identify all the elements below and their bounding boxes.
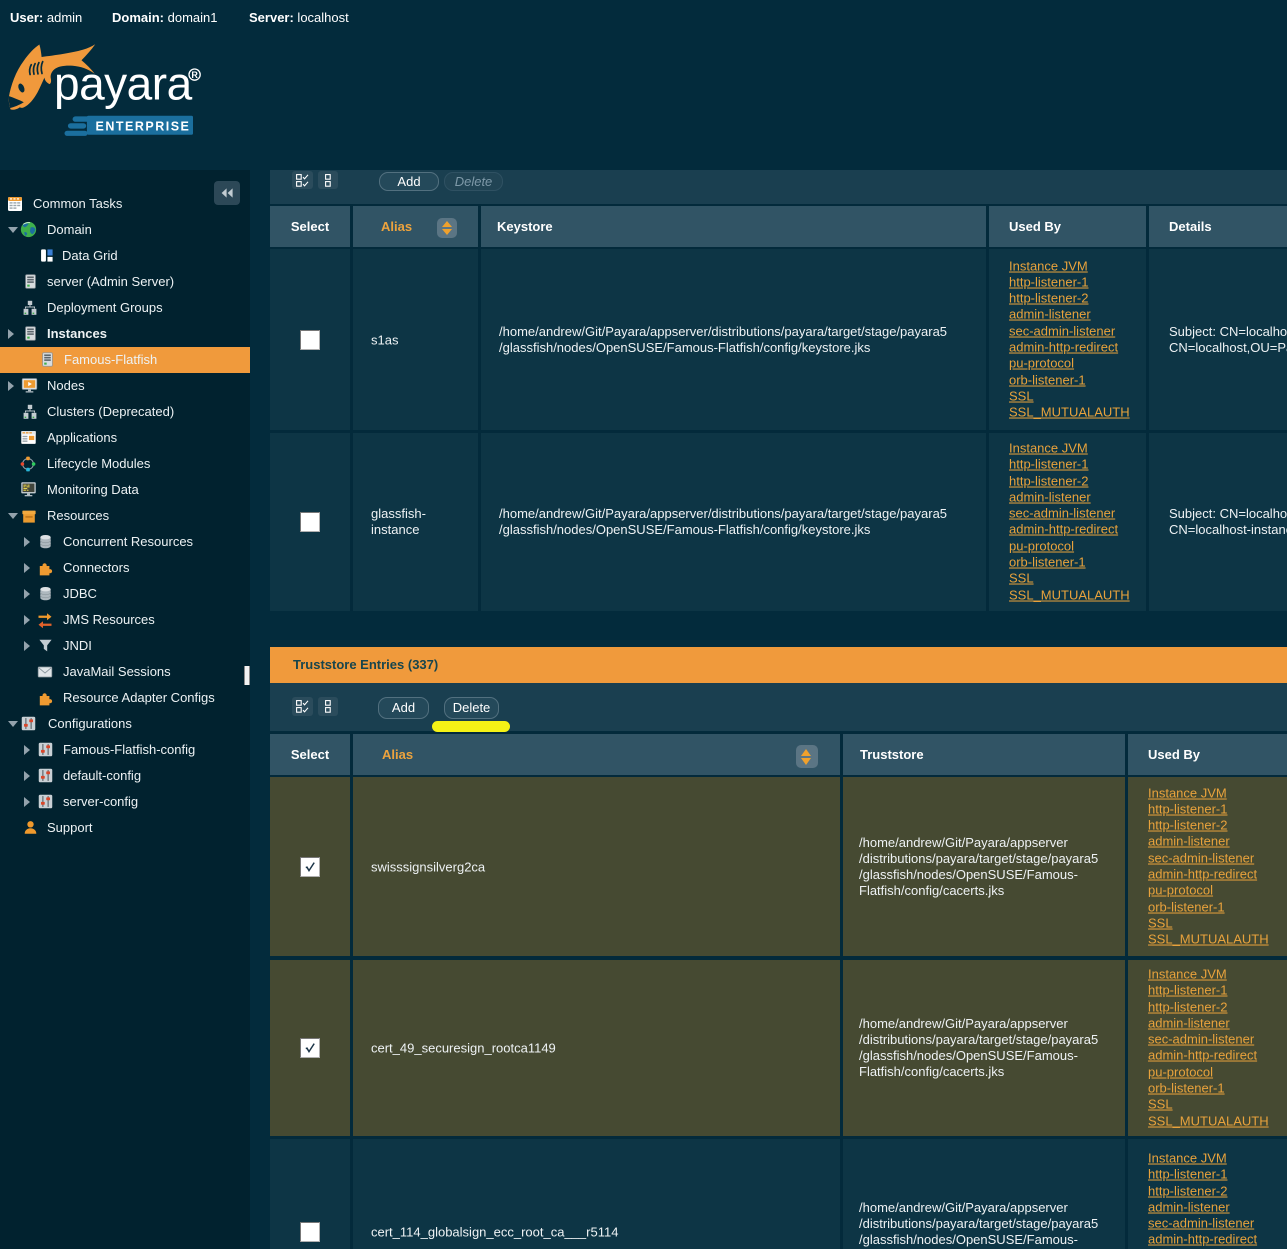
svg-text:ENTERPRISE: ENTERPRISE [96, 120, 191, 134]
svg-text:payara: payara [54, 57, 193, 109]
svg-text:R: R [191, 70, 198, 80]
